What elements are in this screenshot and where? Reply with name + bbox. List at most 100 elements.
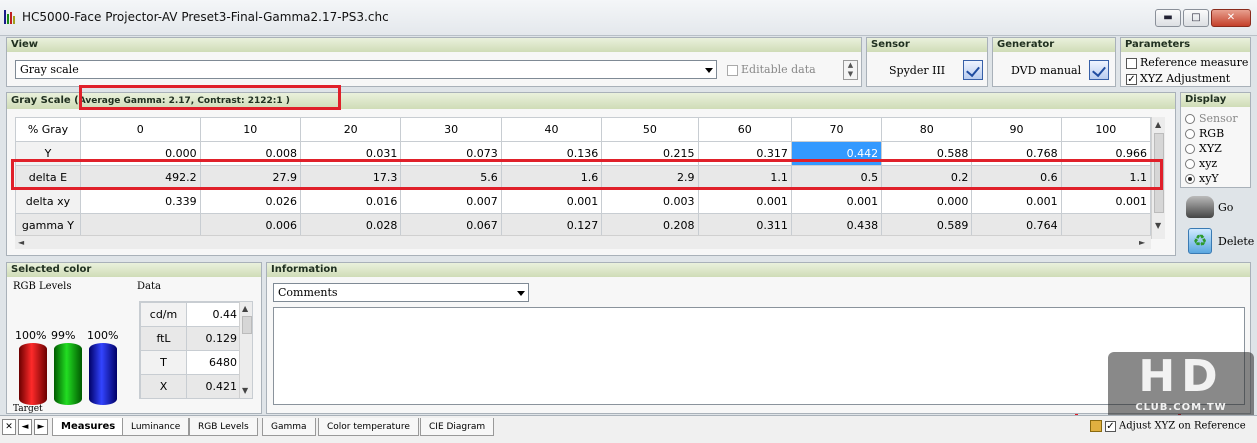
table-cell[interactable]: 0.026: [199, 189, 301, 214]
table-cell[interactable]: 1.1: [1060, 165, 1151, 190]
generator-config-icon[interactable]: [1089, 60, 1109, 80]
scroll-up-icon[interactable]: ▲: [242, 304, 248, 314]
table-cell[interactable]: 0.003: [601, 189, 699, 214]
data-vscroll[interactable]: ▲ ▼: [239, 302, 252, 398]
table-cell[interactable]: 492.2: [79, 165, 201, 190]
table-cell[interactable]: 0.966: [1060, 141, 1151, 166]
column-header[interactable]: 80: [881, 117, 973, 142]
scroll-down-icon[interactable]: ▼: [242, 386, 248, 396]
table-cell[interactable]: 0.764: [971, 213, 1062, 238]
column-header[interactable]: 90: [971, 117, 1062, 142]
reference-measure-checkbox[interactable]: Reference measure: [1126, 56, 1248, 69]
table-cell[interactable]: 0.001: [1060, 189, 1151, 214]
table-cell[interactable]: 27.9: [199, 165, 301, 190]
tab-rgb-levels[interactable]: RGB Levels: [189, 418, 258, 436]
tab-close-icon[interactable]: ✕: [2, 419, 16, 435]
display-option-xyz[interactable]: xyz: [1185, 156, 1238, 171]
table-cell[interactable]: 0.001: [697, 189, 792, 214]
table-cell[interactable]: 0.000: [881, 189, 973, 214]
table-cell[interactable]: 0.438: [790, 213, 883, 238]
column-header[interactable]: 50: [601, 117, 699, 142]
spinner[interactable]: ▲ ▼: [843, 60, 858, 80]
close-button[interactable]: ✕: [1211, 9, 1251, 27]
table-cell[interactable]: 1.1: [697, 165, 792, 190]
table-cell[interactable]: 0.6: [971, 165, 1062, 190]
display-option-rgb[interactable]: RGB: [1185, 126, 1238, 141]
scroll-left-icon[interactable]: ◄: [18, 238, 24, 248]
table-cell[interactable]: 0.001: [790, 189, 883, 214]
scroll-thumb[interactable]: [1154, 133, 1164, 213]
table-cell[interactable]: 0.006: [199, 213, 301, 238]
table-cell[interactable]: 0.127: [500, 213, 603, 238]
table-cell[interactable]: 0.001: [500, 189, 603, 214]
table-cell[interactable]: 0.208: [601, 213, 699, 238]
column-header[interactable]: 100: [1060, 117, 1151, 142]
table-cell[interactable]: 0.589: [881, 213, 973, 238]
column-header-label[interactable]: % Gray: [15, 117, 81, 142]
xyz-adjustment-checkbox[interactable]: ✓ XYZ Adjustment: [1126, 72, 1230, 85]
data-row-value[interactable]: 0.129: [186, 326, 241, 351]
scroll-right-icon[interactable]: ►: [1139, 238, 1145, 248]
tab-measures[interactable]: Measures: [52, 418, 125, 436]
table-cell[interactable]: 0.067: [400, 213, 502, 238]
sensor-config-icon[interactable]: [963, 60, 983, 80]
table-cell[interactable]: 17.3: [299, 165, 402, 190]
tab-cie-diagram[interactable]: CIE Diagram: [420, 418, 495, 436]
tab-color-temperature[interactable]: Color temperature: [318, 418, 419, 436]
column-header[interactable]: 40: [500, 117, 603, 142]
spinner-up-icon[interactable]: ▲: [844, 61, 857, 70]
row-header[interactable]: Y: [15, 141, 81, 166]
adjust-xyz-control[interactable]: ✓ Adjust XYZ on Reference: [1090, 420, 1250, 432]
table-cell[interactable]: 0.007: [400, 189, 502, 214]
column-header[interactable]: 70: [790, 117, 883, 142]
table-cell[interactable]: 0.136: [500, 141, 603, 166]
table-cell[interactable]: 0.000: [79, 141, 201, 166]
table-cell[interactable]: 0.5: [790, 165, 883, 190]
spinner-down-icon[interactable]: ▼: [844, 70, 857, 79]
minimize-button[interactable]: ▬: [1155, 9, 1181, 27]
tab-gamma[interactable]: Gamma: [262, 418, 316, 436]
table-cell[interactable]: 0.2: [881, 165, 973, 190]
table-cell[interactable]: 0.028: [299, 213, 402, 238]
data-row-value[interactable]: 0.44: [186, 302, 241, 327]
table-cell[interactable]: 0.031: [299, 141, 402, 166]
editable-data-checkbox[interactable]: Editable data: [727, 63, 816, 76]
gray-scale-vscroll[interactable]: ▲ ▼: [1151, 117, 1165, 239]
maximize-button[interactable]: □: [1183, 9, 1209, 27]
column-header[interactable]: 60: [697, 117, 792, 142]
table-cell[interactable]: 0.442: [790, 141, 883, 166]
column-header[interactable]: 0: [79, 117, 201, 142]
data-row-value[interactable]: 6480: [186, 350, 241, 375]
delete-button[interactable]: ♻ Delete: [1182, 226, 1254, 256]
scroll-down-icon[interactable]: ▼: [1155, 221, 1161, 231]
comments-textarea[interactable]: [273, 307, 1245, 405]
data-row-value[interactable]: 0.421: [186, 374, 241, 398]
display-option-sensor[interactable]: Sensor: [1185, 111, 1238, 126]
row-header[interactable]: gamma Y: [15, 213, 81, 238]
table-cell[interactable]: [79, 213, 201, 238]
scroll-thumb[interactable]: [242, 316, 252, 334]
table-cell[interactable]: 0.311: [697, 213, 792, 238]
table-cell[interactable]: 0.768: [971, 141, 1062, 166]
tab-prev-icon[interactable]: ◄: [18, 419, 32, 435]
column-header[interactable]: 30: [400, 117, 502, 142]
table-cell[interactable]: 0.215: [601, 141, 699, 166]
table-cell[interactable]: 0.001: [971, 189, 1062, 214]
scroll-up-icon[interactable]: ▲: [1155, 120, 1161, 130]
information-select[interactable]: Comments: [273, 283, 529, 302]
table-cell[interactable]: 0.588: [881, 141, 973, 166]
view-select[interactable]: Gray scale: [15, 60, 717, 79]
column-header[interactable]: 10: [199, 117, 301, 142]
table-cell[interactable]: 0.008: [199, 141, 301, 166]
go-button[interactable]: Go: [1182, 192, 1250, 222]
table-cell[interactable]: 0.339: [79, 189, 201, 214]
row-header[interactable]: delta xy: [15, 189, 81, 214]
tab-next-icon[interactable]: ►: [34, 419, 48, 435]
table-cell[interactable]: 0.073: [400, 141, 502, 166]
display-option-xyz[interactable]: XYZ: [1185, 141, 1238, 156]
column-header[interactable]: 20: [299, 117, 402, 142]
table-cell[interactable]: 1.6: [500, 165, 603, 190]
gray-scale-hscroll[interactable]: ◄ ►: [15, 235, 1151, 249]
table-cell[interactable]: 0.317: [697, 141, 792, 166]
table-cell[interactable]: [1060, 213, 1151, 238]
